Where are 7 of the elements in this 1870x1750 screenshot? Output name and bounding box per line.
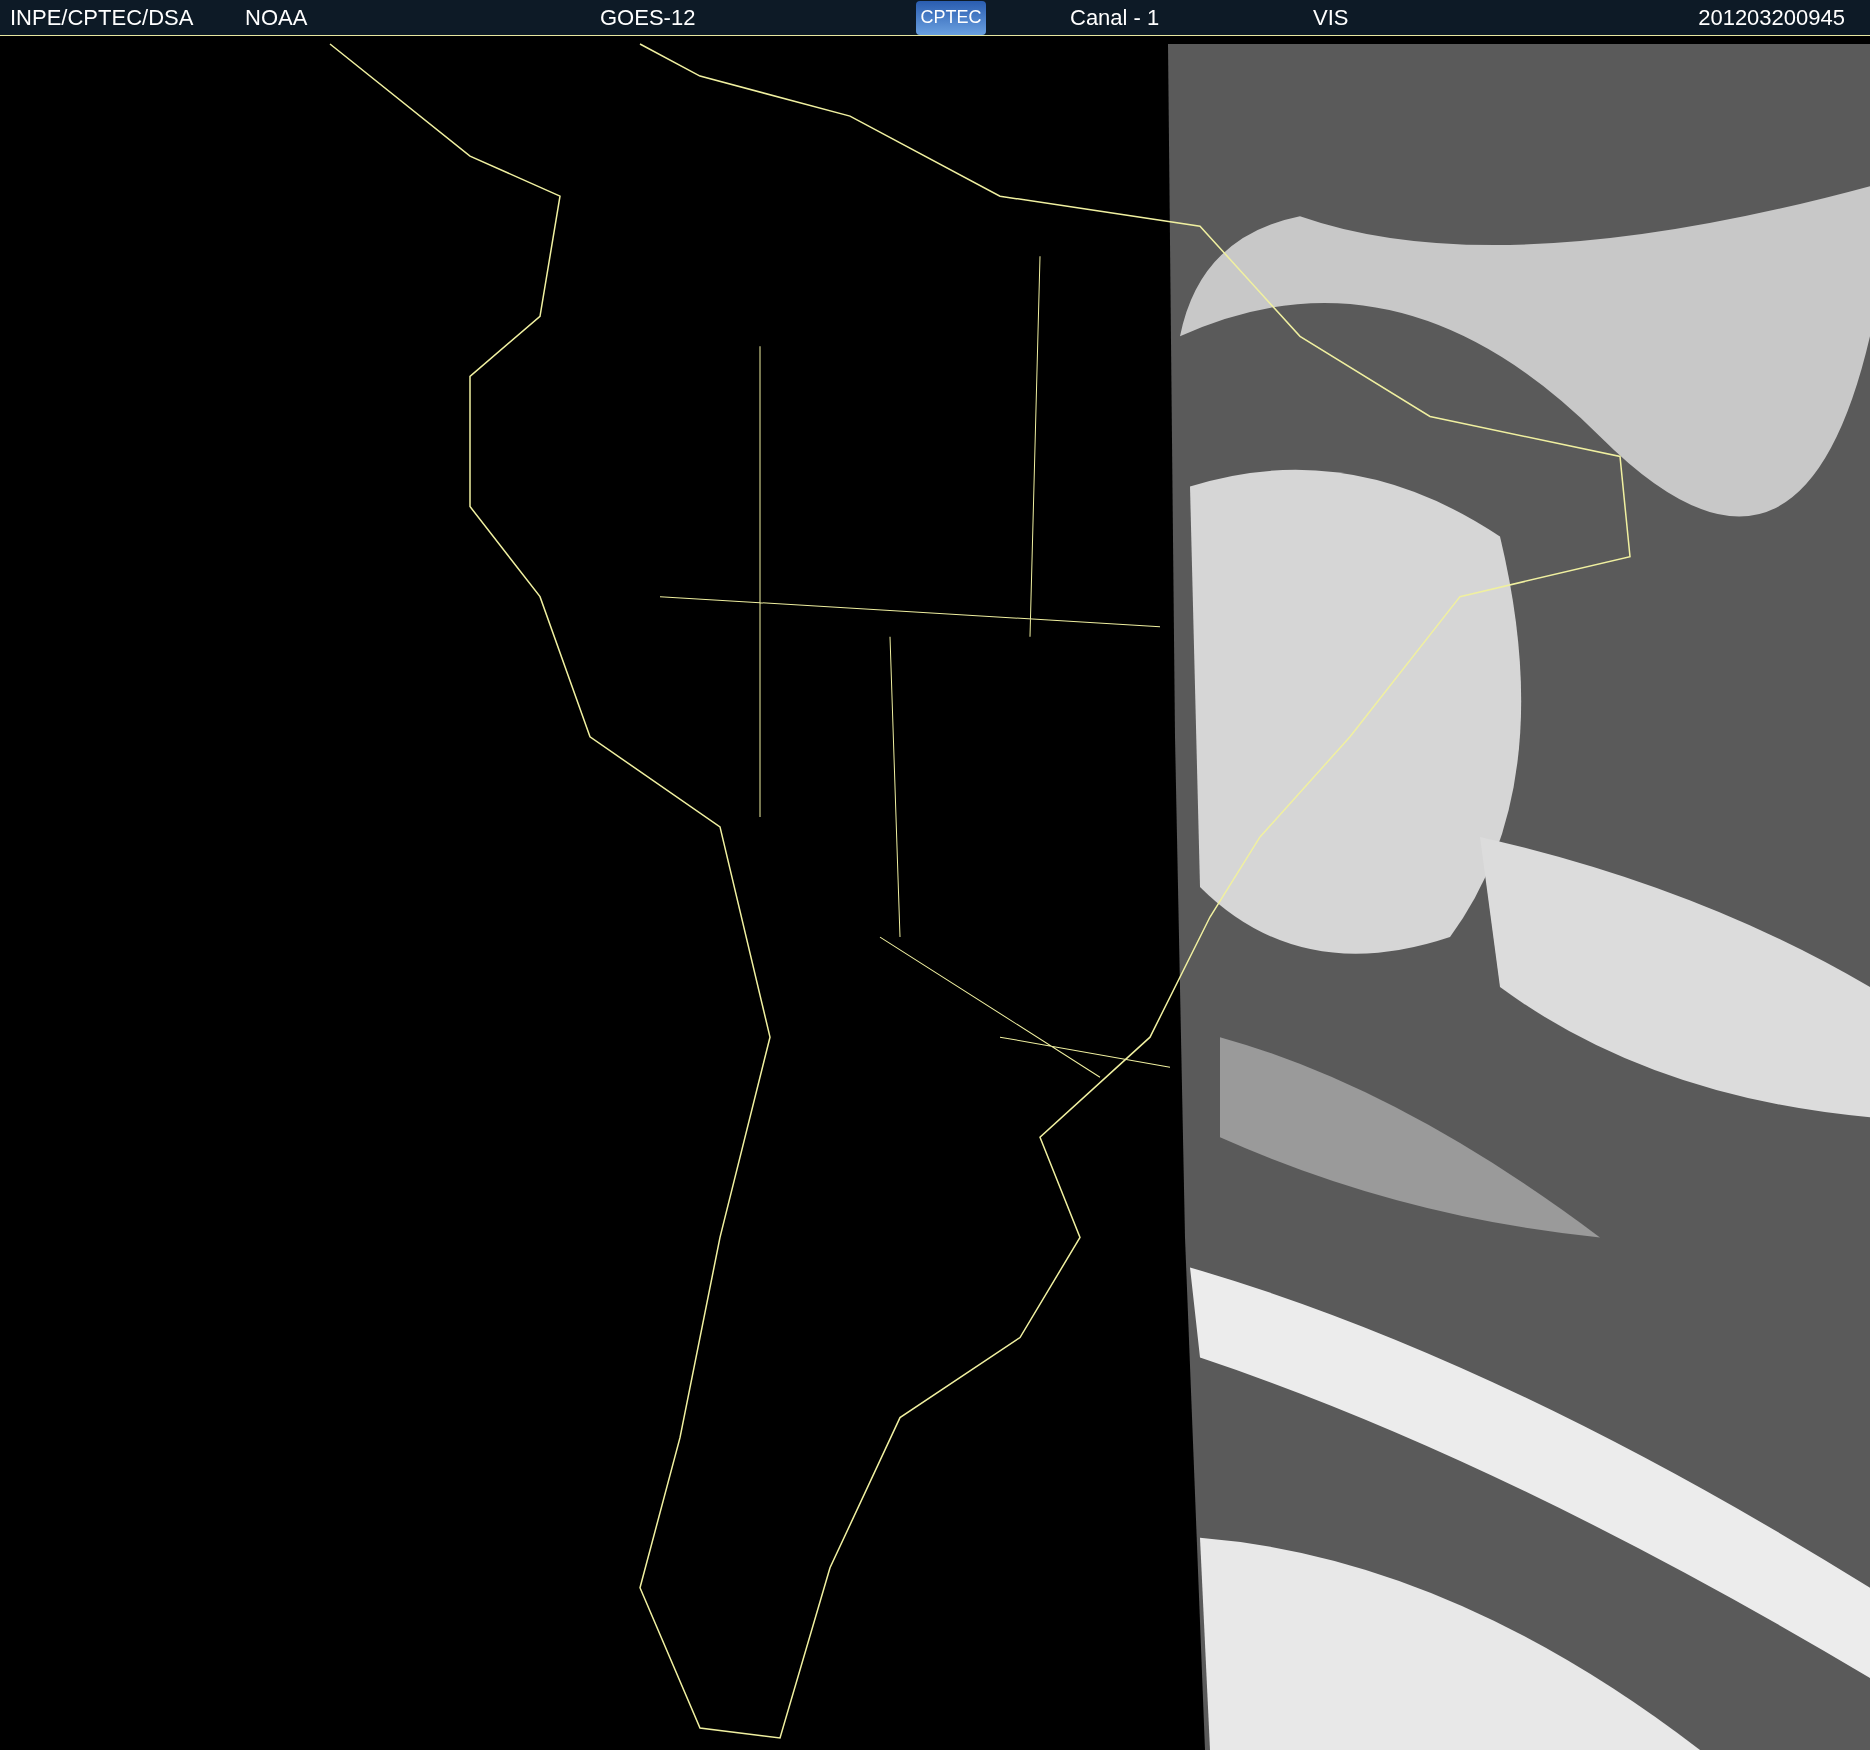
cptec-logo: CPTEC [916, 0, 986, 35]
agency-label: NOAA [245, 4, 309, 32]
channel-label: Canal - 1 [1070, 4, 1161, 32]
satellite-label: GOES-12 [600, 4, 697, 32]
band-label: VIS [1313, 4, 1350, 32]
timestamp-label: 201203200945 [1698, 4, 1845, 32]
source-label: INPE/CPTEC/DSA [10, 4, 195, 32]
